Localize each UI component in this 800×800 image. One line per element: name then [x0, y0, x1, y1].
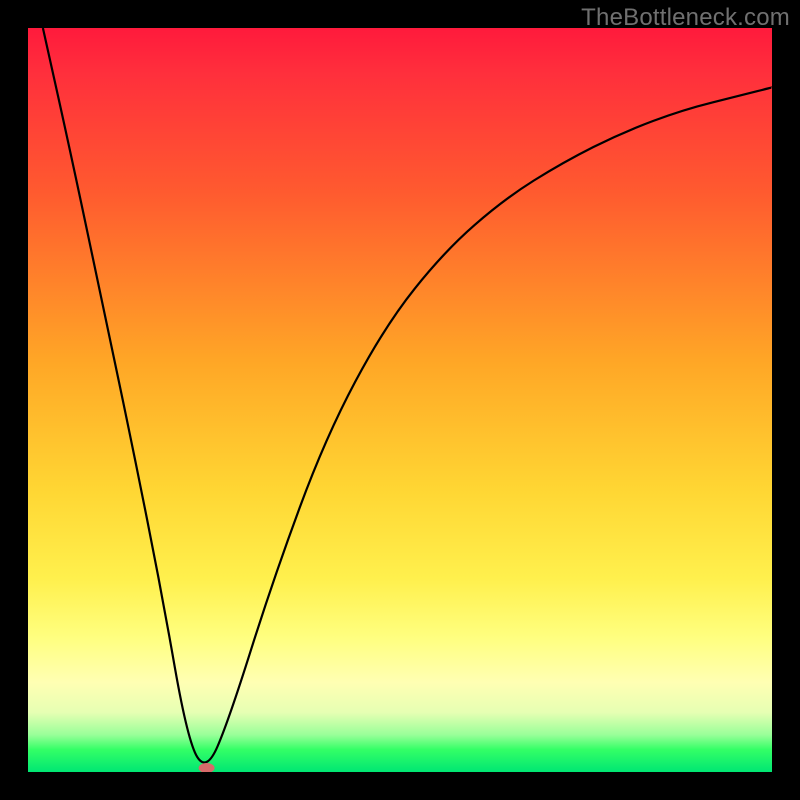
curve-path [43, 28, 772, 763]
chart-frame: TheBottleneck.com [0, 0, 800, 800]
plot-area [28, 28, 772, 772]
watermark-text: TheBottleneck.com [581, 4, 790, 32]
bottleneck-curve [43, 28, 772, 763]
curve-svg [28, 28, 772, 772]
minimum-marker [199, 763, 215, 772]
